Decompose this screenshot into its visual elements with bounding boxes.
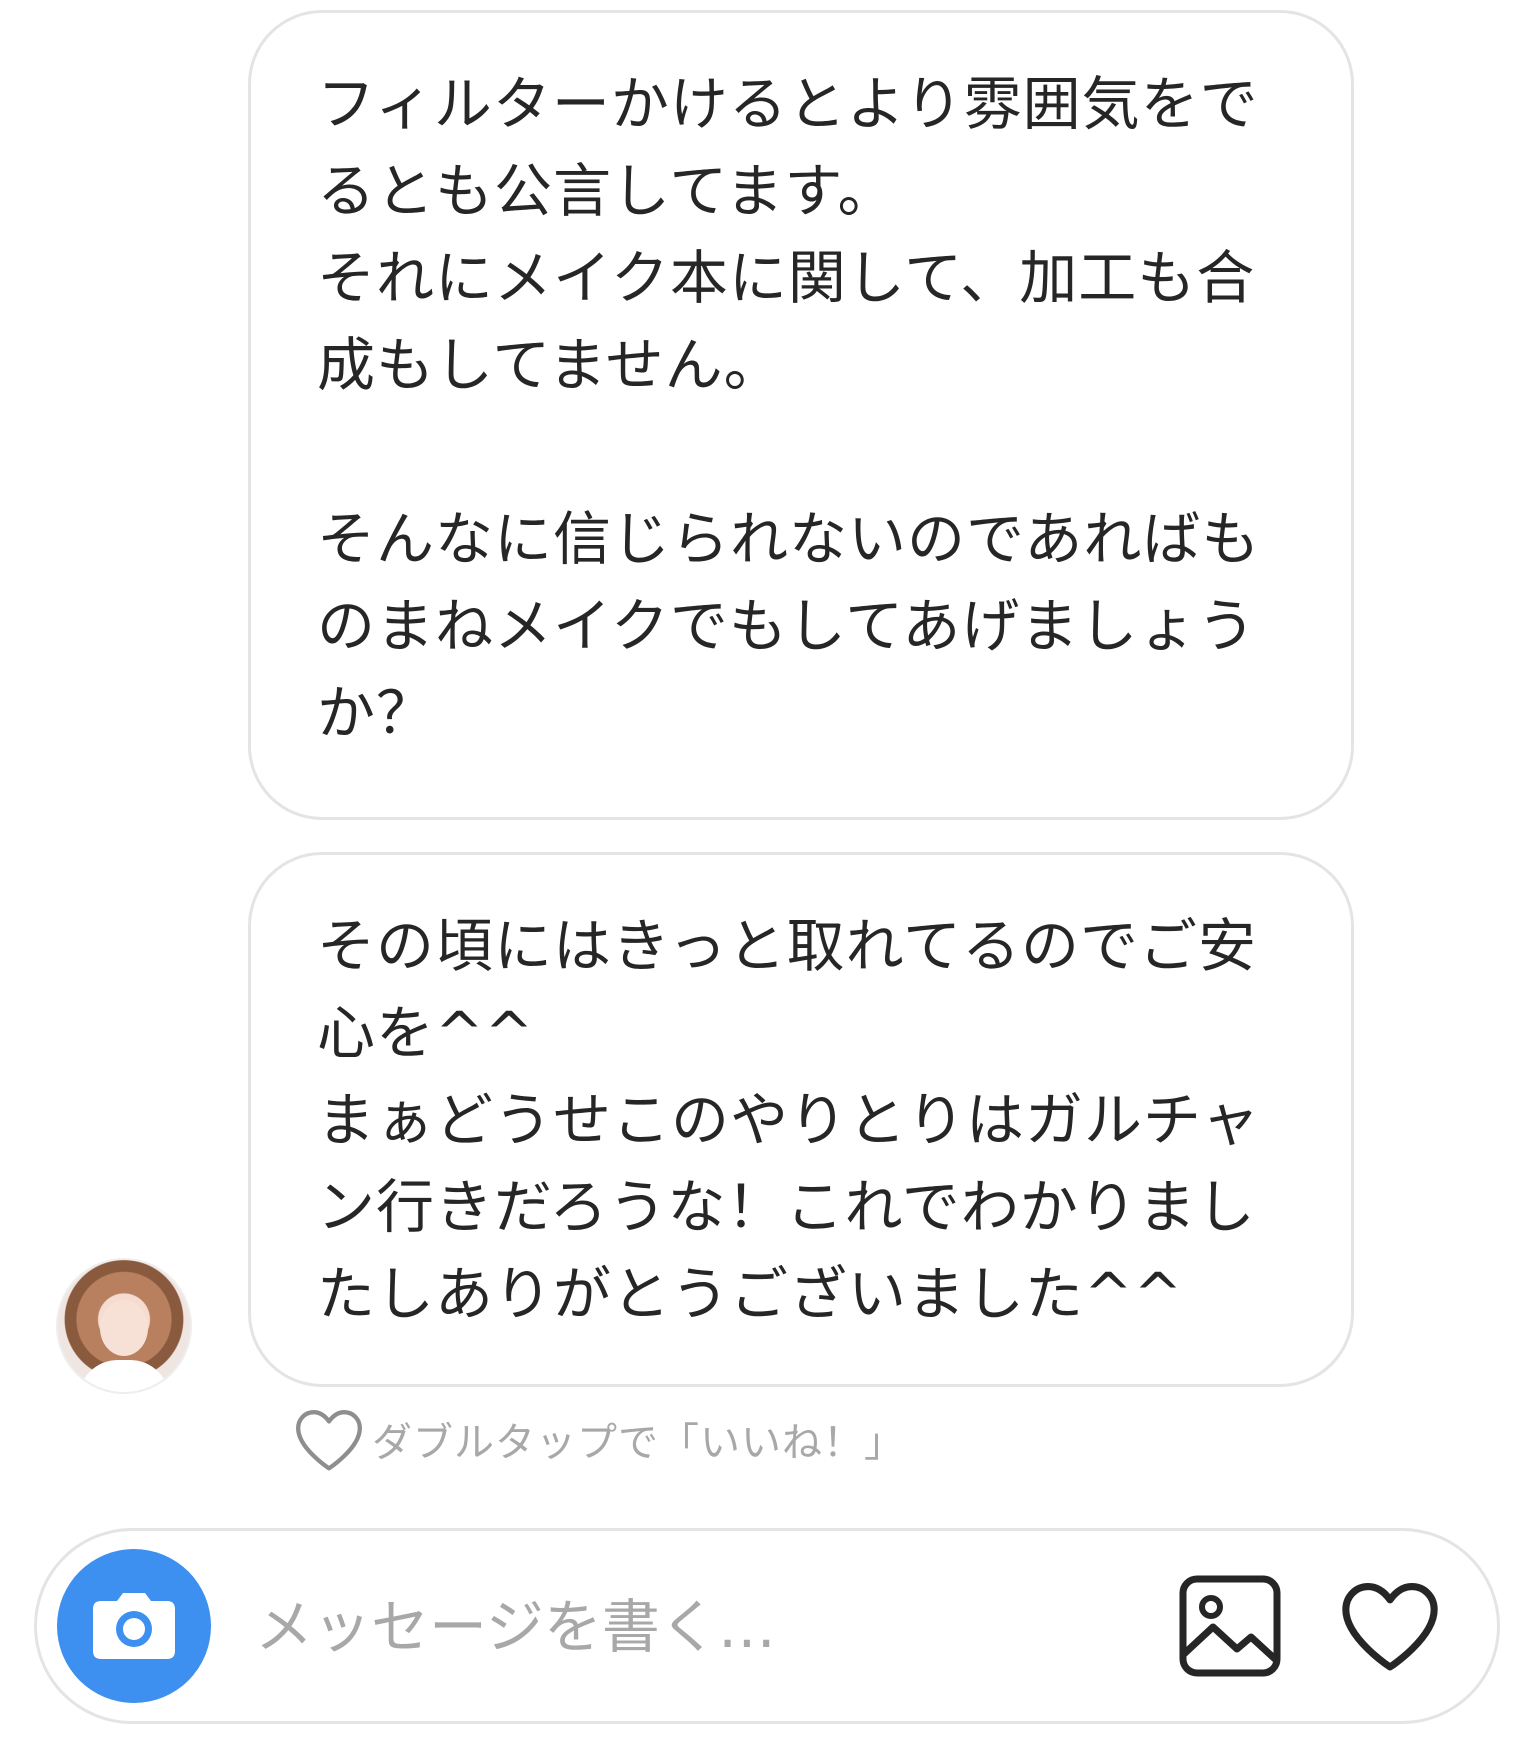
double-tap-like-hint: ダブルタップで「いいね！」 <box>292 1404 905 1474</box>
message-input[interactable] <box>255 1581 1035 1673</box>
sender-avatar[interactable] <box>56 1258 192 1394</box>
message-line: 成もしてません。 <box>317 331 783 399</box>
camera-icon <box>93 1593 175 1659</box>
message-line: まぁどうせこのやりとりはガルチャ <box>317 1086 1261 1154</box>
image-icon[interactable] <box>1177 1573 1283 1679</box>
message-composer <box>34 1528 1500 1724</box>
heart-outline-icon[interactable] <box>292 1404 366 1474</box>
message-line: それにメイク本に関して、加工も合 <box>317 244 1256 312</box>
camera-button[interactable] <box>57 1549 211 1703</box>
like-hint-text: ダブルタップで「いいね！」 <box>372 1420 905 1466</box>
message-line: その頃にはきっと取れてるのでご安 <box>317 912 1257 980</box>
message-bubble[interactable]: その頃にはきっと取れてるのでご安 心を^^ まぁどうせこのやりとりはガルチャ ン… <box>248 852 1354 1387</box>
message-line: のまねメイクでもしてあげましょう <box>317 592 1257 660</box>
message-line: るとも公言してます。 <box>317 157 897 225</box>
message-line: たしありがとうございました^^ <box>317 1260 1184 1328</box>
heart-icon[interactable] <box>1337 1575 1443 1675</box>
message-bubble[interactable]: フィルターかけるとより雰囲気をで るとも公言してます。 それにメイク本に関して、… <box>248 10 1354 820</box>
avatar-face <box>100 1300 148 1356</box>
avatar-shirt <box>78 1360 170 1392</box>
message-line-blank <box>317 409 1285 496</box>
message-line: か？ <box>317 679 436 747</box>
message-line: そんなに信じられないのであればも <box>317 505 1261 573</box>
message-line: フィルターかけるとより雰囲気をで <box>317 70 1259 138</box>
message-line: 心を^^ <box>317 999 535 1067</box>
message-line: ン行きだろうな！これでわかりまし <box>317 1173 1256 1241</box>
